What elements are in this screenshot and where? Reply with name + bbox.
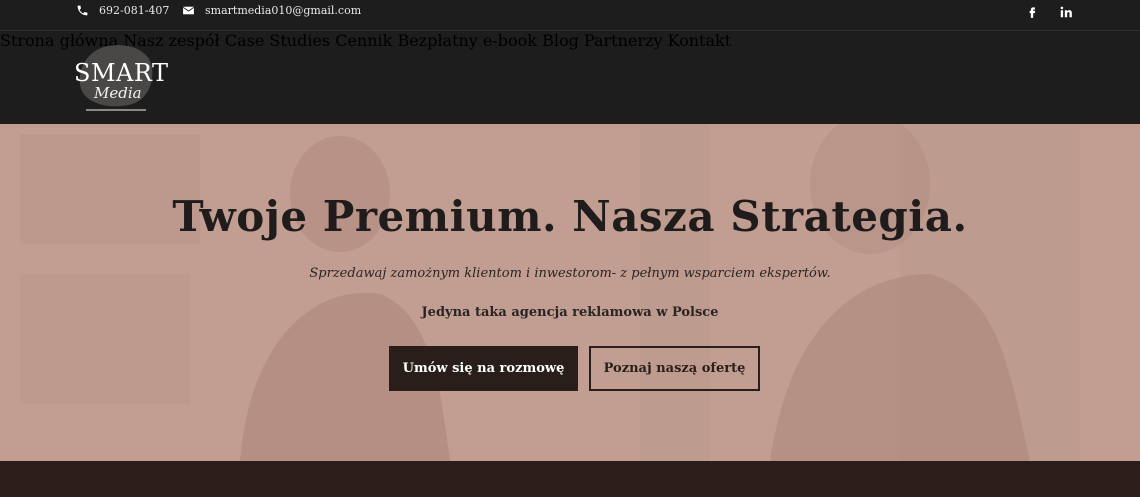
hero-tagline: Jedyna taka agencja reklamowa w Polsce [421, 305, 719, 320]
logo-word: SMART [74, 59, 169, 87]
phone-number: 692-081-407 [99, 4, 170, 17]
linkedin-icon[interactable] [1059, 5, 1073, 19]
facebook-icon[interactable] [1025, 5, 1039, 19]
email-contact[interactable]: smartmedia010@gmail.com [182, 4, 361, 17]
main-nav: Strona główna Nasz zespół Case Studies C… [0, 31, 1140, 50]
nav-kontakt[interactable]: Kontakt [668, 31, 732, 50]
hero-section: Twoje Premium. Nasza Strategia. Sprzedaw… [0, 124, 1140, 461]
email-address: smartmedia010@gmail.com [205, 4, 362, 17]
logo-script: Media [94, 84, 142, 102]
envelope-icon [183, 6, 194, 15]
smart-media-logo[interactable]: SMART Media [72, 37, 169, 115]
logo-tagline-line [86, 109, 146, 111]
top-contact-bar: 692-081-407 smartmedia010@gmail.com [0, 0, 1140, 31]
hero-subtitle: Sprzedawaj zamożnym klientom i inwestoro… [309, 266, 831, 281]
main-header: SMART Media Strona główna Nasz zespół Ca… [0, 31, 1140, 124]
hero-background-image [0, 124, 1140, 461]
see-offer-button[interactable]: Poznaj naszą ofertę [589, 346, 760, 391]
phone-contact[interactable]: 692-081-407 [76, 4, 169, 17]
nav-partnerzy[interactable]: Partnerzy [584, 31, 663, 50]
nav-bezplatny-ebook[interactable]: Bezpłatny e-book [397, 31, 537, 50]
book-call-button[interactable]: Umów się na rozmowę [389, 346, 578, 391]
nav-cennik[interactable]: Cennik [335, 31, 392, 50]
nav-case-studies[interactable]: Case Studies [225, 31, 330, 50]
next-section-strip [0, 461, 1140, 497]
phone-icon [77, 5, 88, 16]
hero-title: Twoje Premium. Nasza Strategia. [172, 192, 968, 241]
nav-blog[interactable]: Blog [542, 31, 579, 50]
